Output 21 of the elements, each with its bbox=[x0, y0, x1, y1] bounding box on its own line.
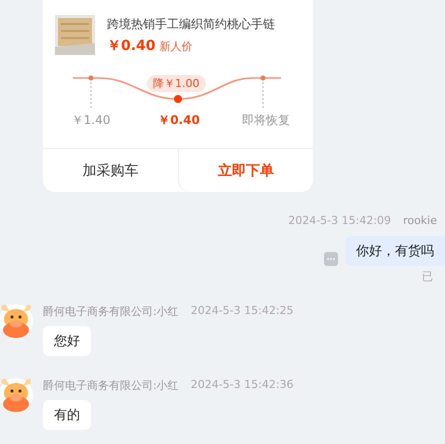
message-bubble: 有的 bbox=[43, 400, 91, 430]
message-bubble: 你好，有货吗 bbox=[345, 236, 445, 266]
message-time: 2024-5-3 15:42:09 bbox=[288, 214, 392, 227]
order-button[interactable]: 立即下单 bbox=[178, 149, 313, 192]
message-time: 2024-5-3 15:42:36 bbox=[190, 378, 294, 393]
product-price: ￥0.40 bbox=[107, 37, 156, 55]
sender-name: 爵何电子商务有限公司:小红 bbox=[43, 304, 179, 319]
message-bubble: 您好 bbox=[43, 326, 91, 356]
read-status: 已 bbox=[422, 269, 433, 284]
sender-name: 爵何电子商务有限公司:小红 bbox=[43, 378, 179, 393]
price-tag: 新人价 bbox=[160, 39, 193, 54]
message-time: 2024-5-3 15:42:25 bbox=[190, 304, 294, 319]
price-point-label: 即将恢复 bbox=[242, 112, 290, 129]
price-point-label: ￥1.40 bbox=[72, 112, 110, 129]
more-icon[interactable] bbox=[324, 252, 338, 266]
avatar-icon bbox=[0, 376, 33, 412]
price-drop-badge: 降￥1.00 bbox=[147, 75, 206, 92]
price-point-label: ￥0.40 bbox=[158, 112, 200, 129]
avatar-icon bbox=[0, 302, 33, 338]
sender-name: rookie bbox=[403, 214, 437, 227]
product-title: 跨境热销手工编织简约桃心手链 bbox=[107, 16, 275, 33]
